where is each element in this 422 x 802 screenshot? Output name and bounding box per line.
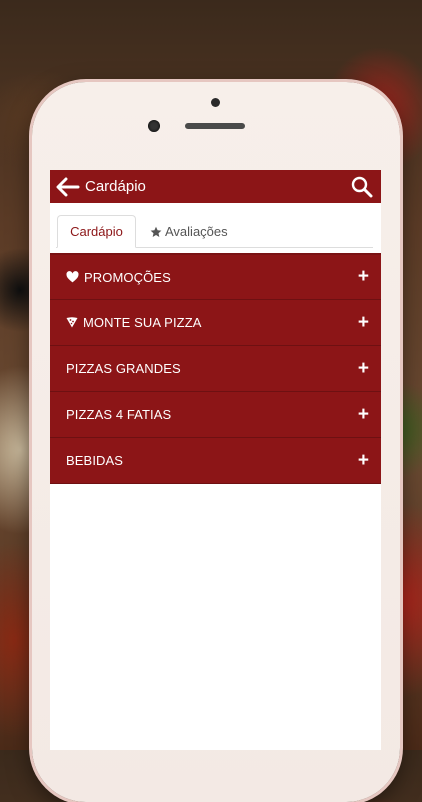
plus-icon[interactable]: + [358,266,369,288]
plus-icon[interactable]: + [358,358,369,380]
menu-item-label: MONTE SUA PIZZA [83,315,202,330]
menu-item-label: PIZZAS 4 FATIAS [66,407,172,422]
proximity-sensor [211,98,220,107]
tab-avaliacoes[interactable]: Avaliações [150,215,228,248]
menu-item-label: PROMOÇÕES [84,269,171,285]
star-icon [150,226,162,238]
tab-cardapio[interactable]: Cardápio [57,215,136,248]
tab-label: Cardápio [70,224,123,239]
pizza-slice-icon [66,317,78,328]
menu-item-pizzas-grandes[interactable]: PIZZAS GRANDES + [50,346,381,392]
earpiece-speaker [185,123,245,129]
top-app-bar: Cardápio [50,170,381,203]
tab-label: Avaliações [165,224,228,239]
search-icon[interactable] [349,174,375,200]
app-screen: Cardápio Cardápio Avaliações PROMOÇÕES + [50,170,381,750]
plus-icon[interactable]: + [358,450,369,472]
menu-category-list: PROMOÇÕES + MONTE SUA PIZZA + PIZZAS GRA… [50,253,381,484]
menu-item-bebidas[interactable]: BEBIDAS + [50,438,381,484]
tab-bar: Cardápio Avaliações [50,203,381,253]
heart-icon [66,271,79,283]
menu-item-label: PIZZAS GRANDES [66,361,181,376]
front-camera [148,120,160,132]
menu-item-monte-sua-pizza[interactable]: MONTE SUA PIZZA + [50,300,381,346]
back-arrow-icon[interactable] [54,175,82,199]
menu-item-label: BEBIDAS [66,453,124,468]
plus-icon[interactable]: + [358,404,369,426]
plus-icon[interactable]: + [358,312,369,334]
page-title: Cardápio [85,178,146,195]
menu-item-promocoes[interactable]: PROMOÇÕES + [50,255,381,300]
menu-item-pizzas-4-fatias[interactable]: PIZZAS 4 FATIAS + [50,392,381,438]
